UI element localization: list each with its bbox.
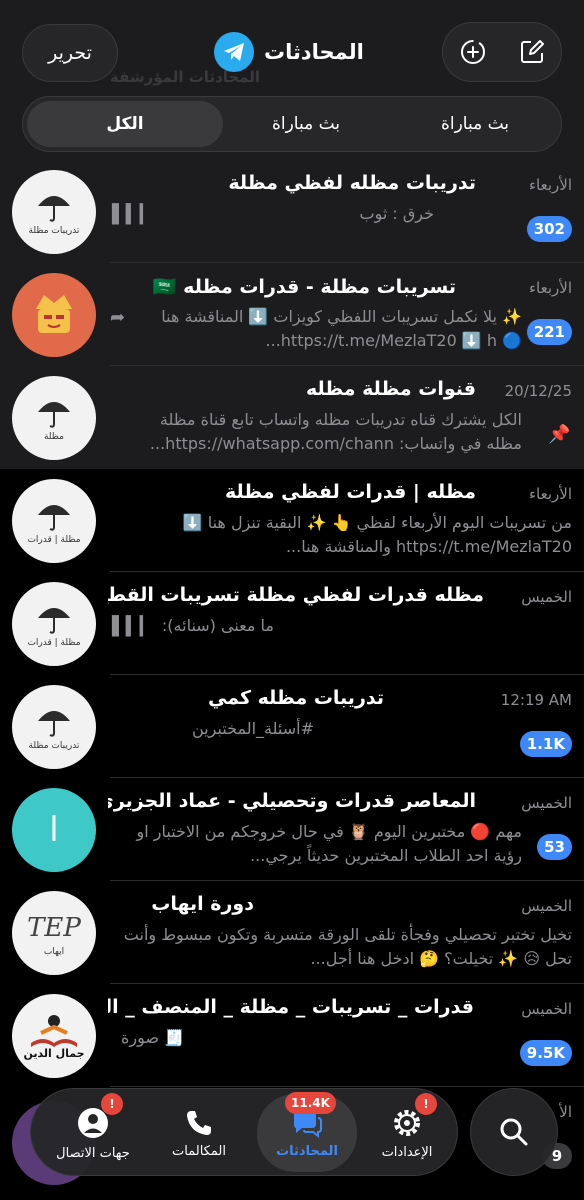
chat-preview: تخيل تختبر تحصيلي وفجأة تلقى الورقة متسر… xyxy=(123,925,572,968)
chat-date: 20/12/25 xyxy=(504,382,572,400)
settings-alert-badge: ! xyxy=(415,1093,437,1115)
chat-date: الخميس xyxy=(521,1000,572,1018)
top-header: المحادثات المؤرشفة تحرير المحادثات الكل … xyxy=(0,0,584,160)
page-title: المحادثات xyxy=(264,40,364,64)
bottom-tab-bar: جهات الاتصال ! المكالمات المحادثات 11.4K… xyxy=(30,1088,458,1176)
mascot-icon xyxy=(36,295,72,333)
umbrella-icon xyxy=(38,402,70,428)
chat-preview: من تسريبات اليوم الأربعاء لفظي 👆 ✨ البقي… xyxy=(182,513,572,556)
page-title-group: المحادثات xyxy=(214,32,364,72)
add-story-icon xyxy=(460,40,485,64)
chat-row[interactable]: جمال الدين قدرات _ تسريبات _ مظلة _ المن… xyxy=(0,984,584,1087)
avatar xyxy=(12,273,96,357)
unread-badge: 302 xyxy=(526,216,572,242)
tab-calls[interactable]: المكالمات xyxy=(149,1089,249,1177)
compose-button[interactable] xyxy=(502,22,561,82)
voice-message-icon: ▌▍▎ xyxy=(112,616,154,637)
chat-preview: خرق : ثوب xyxy=(359,204,434,223)
avatar: جمال الدين xyxy=(12,994,96,1078)
chat-date: الخميس xyxy=(521,794,572,812)
chat-title: قنوات مظلة مظله xyxy=(305,378,476,400)
avatar: ا xyxy=(12,788,96,872)
tab-contacts[interactable]: جهات الاتصال ! xyxy=(43,1089,143,1177)
telegram-logo-icon xyxy=(214,32,254,72)
chat-row[interactable]: تدريبات مظلة تدريبات مظله كمي 12:19 AM #… xyxy=(0,675,584,778)
unread-badge: 9.5K xyxy=(519,1040,572,1066)
umbrella-icon xyxy=(38,196,70,222)
chat-date: الأربعاء xyxy=(528,176,572,194)
open-book-icon xyxy=(31,1015,77,1047)
chat-date: 12:19 AM xyxy=(500,691,572,709)
header-actions xyxy=(442,22,562,82)
chat-title: تسريبات مظلة - قدرات مظله 🇸🇦 xyxy=(152,276,456,298)
chat-preview: ✨ يلا نكمل تسريبات اللفظي كويزات ⬇️ المن… xyxy=(161,307,522,350)
chat-row[interactable]: مظلة قنوات مظلة مظله 20/12/25 الكل يشترك… xyxy=(0,366,584,469)
chat-title: المعاصر قدرات وتحصيلي - عماد الجزيري xyxy=(108,790,476,812)
chat-preview: مهم 🔴 مختبرين اليوم 🦉 في حال خروجكم من ا… xyxy=(136,822,522,865)
tab-chats[interactable]: المحادثات 11.4K xyxy=(257,1092,357,1172)
chat-filter-tabs: الكل بث مباراة بث مباراة xyxy=(22,96,562,152)
chats-unread-badge: 11.4K xyxy=(285,1092,336,1114)
chat-title: قدرات _ تسريبات _ مظلة _ المنصف _ الم xyxy=(108,996,474,1018)
avatar-mark: TEP xyxy=(27,913,81,943)
chat-row[interactable]: ا المعاصر قدرات وتحصيلي - عماد الجزيري ا… xyxy=(0,778,584,881)
edit-button[interactable]: تحرير xyxy=(22,24,118,82)
tab-broadcast-2[interactable]: بث مباراة xyxy=(395,101,555,147)
avatar-letter: ا xyxy=(49,810,59,850)
umbrella-icon xyxy=(38,505,70,531)
avatar: TEP ايهاب xyxy=(12,891,96,975)
chat-preview: الكل يشترك قناه تدريبات مظله واتساب تابع… xyxy=(149,410,522,453)
avatar: تدريبات مظلة xyxy=(12,685,96,769)
chat-title: تدريبات مظله كمي xyxy=(208,687,384,709)
chat-row[interactable]: مظلة | قدرات مظله | قدرات لفظي مظلة الأر… xyxy=(0,469,584,572)
phone-icon xyxy=(187,1110,211,1135)
chat-title: مظله قدرات لفظي مظلة تسريبات القطع. xyxy=(108,584,484,606)
chat-preview: 🧾 صورة xyxy=(121,1028,184,1047)
chat-row[interactable]: TEP ايهاب دورة ايهاب الخميس تخيل تختبر ت… xyxy=(0,881,584,984)
unread-badge: 1.1K xyxy=(519,731,572,757)
chat-preview: #أسئلة_المختبرين xyxy=(192,719,314,738)
tab-broadcast-1[interactable]: بث مباراة xyxy=(231,101,381,147)
pin-icon: 📌 xyxy=(548,424,571,445)
avatar: مظلة xyxy=(12,376,96,460)
chat-row[interactable]: مظلة | قدرات مظله قدرات لفظي مظلة تسريبا… xyxy=(0,572,584,675)
new-story-button[interactable] xyxy=(443,22,502,82)
tab-all[interactable]: الكل xyxy=(27,101,223,147)
chat-date: الأربعاء xyxy=(528,279,572,297)
chat-title: دورة ايهاب xyxy=(151,893,254,915)
chat-title: تدريبات مظله لفظي مظلة xyxy=(228,172,476,194)
chat-title: مظله | قدرات لفظي مظلة xyxy=(225,481,476,503)
chat-date: الأربعاء xyxy=(528,485,572,503)
unread-badge: 221 xyxy=(526,319,572,345)
chat-date: الخميس xyxy=(521,897,572,915)
avatar: مظلة | قدرات xyxy=(12,582,96,666)
voice-message-icon: ▌▍▎ xyxy=(112,204,154,225)
compose-icon xyxy=(520,40,544,63)
forward-icon: ➦ xyxy=(110,307,126,328)
chat-date: الخميس xyxy=(521,588,572,606)
tab-settings[interactable]: الإعدادات ! xyxy=(357,1089,457,1177)
contacts-alert-badge: ! xyxy=(101,1093,123,1115)
chat-row[interactable]: تدريبات مظلة تدريبات مظله لفظي مظلة الأر… xyxy=(0,160,584,263)
umbrella-icon xyxy=(38,711,70,737)
umbrella-icon xyxy=(38,608,70,634)
unread-badge: 53 xyxy=(537,834,572,860)
search-icon xyxy=(500,1118,528,1146)
avatar: تدريبات مظلة xyxy=(12,170,96,254)
chat-row[interactable]: تسريبات مظلة - قدرات مظله 🇸🇦 الأربعاء ✨ … xyxy=(0,263,584,366)
search-button[interactable] xyxy=(470,1088,558,1176)
avatar: مظلة | قدرات xyxy=(12,479,96,563)
